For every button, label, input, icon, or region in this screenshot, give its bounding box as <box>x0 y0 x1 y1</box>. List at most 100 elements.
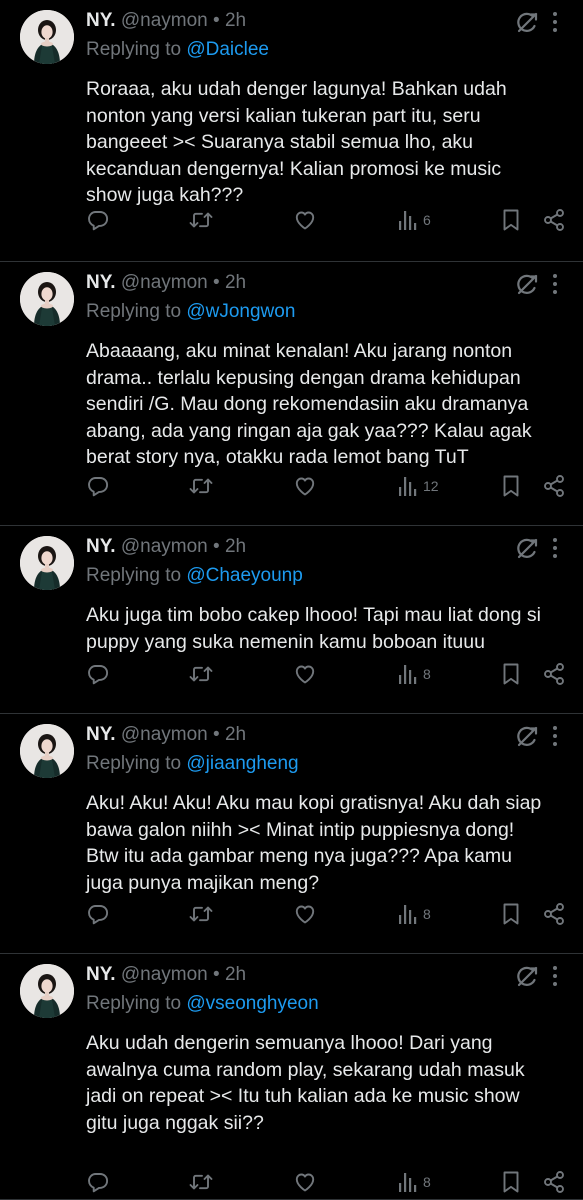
retweet-button[interactable] <box>188 471 214 501</box>
avatar[interactable] <box>20 964 74 1018</box>
retweet-icon <box>188 662 214 686</box>
tweet[interactable]: NY. @naymon • 2h Replying to @vseonghyeon… <box>0 954 583 1200</box>
action-bar: 8 <box>0 659 583 689</box>
timestamp[interactable]: 2h <box>225 724 246 745</box>
share-icon <box>542 208 566 232</box>
grok-icon[interactable] <box>514 536 540 562</box>
tweet-text-line: puppy yang suka nemenin kamu boboan ituu… <box>86 630 485 653</box>
views-button[interactable]: 8 <box>398 659 431 689</box>
tweet-header: NY. @naymon • 2h <box>86 723 246 747</box>
reply-button[interactable] <box>86 659 110 689</box>
bookmark-button[interactable] <box>501 899 521 929</box>
user-handle[interactable]: @naymon <box>121 724 208 745</box>
grok-icon[interactable] <box>514 724 540 750</box>
tweet-text-line: awalnya cuma random play, sekarang udah … <box>86 1058 525 1081</box>
reply-feed: NY. @naymon • 2h Replying to @Daiclee Rora… <box>0 0 583 1200</box>
timestamp[interactable]: 2h <box>225 272 246 293</box>
display-name[interactable]: NY. <box>86 272 116 293</box>
like-button[interactable] <box>293 1167 317 1197</box>
tweet-text-line: nonton yang versi kalian tukeran part it… <box>86 104 481 127</box>
reply-button[interactable] <box>86 471 110 501</box>
mention-link[interactable]: @jiaangheng <box>186 753 298 774</box>
replying-to: Replying to @Chaeyounp <box>86 564 303 588</box>
avatar[interactable] <box>20 724 74 778</box>
grok-icon[interactable] <box>514 964 540 990</box>
like-button[interactable] <box>293 205 317 235</box>
retweet-icon <box>188 208 214 232</box>
mention-link[interactable]: @wJongwon <box>186 301 295 322</box>
retweet-button[interactable] <box>188 1167 214 1197</box>
more-vertical-icon[interactable] <box>548 962 562 990</box>
action-bar: 12 <box>0 471 583 501</box>
more-vertical-icon[interactable] <box>548 8 562 36</box>
bookmark-button[interactable] <box>501 1167 521 1197</box>
timestamp[interactable]: 2h <box>225 964 246 985</box>
reply-button[interactable] <box>86 1167 110 1197</box>
timestamp[interactable]: 2h <box>225 10 246 31</box>
user-handle[interactable]: @naymon <box>121 272 208 293</box>
display-name[interactable]: NY. <box>86 964 116 985</box>
share-icon <box>542 1170 566 1194</box>
bookmark-button[interactable] <box>501 659 521 689</box>
display-name[interactable]: NY. <box>86 536 116 557</box>
bookmark-button[interactable] <box>501 205 521 235</box>
share-button[interactable] <box>542 205 566 235</box>
retweet-button[interactable] <box>188 205 214 235</box>
share-button[interactable] <box>542 659 566 689</box>
display-name[interactable]: NY. <box>86 724 116 745</box>
retweet-button[interactable] <box>188 899 214 929</box>
tweet[interactable]: NY. @naymon • 2h Replying to @Daiclee Rora… <box>0 0 583 262</box>
bookmark-button[interactable] <box>501 471 521 501</box>
share-button[interactable] <box>542 471 566 501</box>
more-vertical-icon[interactable] <box>548 270 562 298</box>
avatar[interactable] <box>20 536 74 590</box>
tweet-text-line: bangeeet >< Suaranya stabil semua lho, a… <box>86 131 474 154</box>
timestamp[interactable]: 2h <box>225 536 246 557</box>
mention-link[interactable]: @Chaeyounp <box>186 565 302 586</box>
views-count: 8 <box>423 1174 431 1190</box>
mention-link[interactable]: @vseonghyeon <box>186 993 318 1014</box>
action-bar: 8 <box>0 899 583 929</box>
retweet-icon <box>188 1170 214 1194</box>
tweet-text-line: berat story nya, otakku rada lemot bang … <box>86 446 469 469</box>
views-count: 8 <box>423 666 431 682</box>
share-button[interactable] <box>542 899 566 929</box>
views-button[interactable]: 8 <box>398 899 431 929</box>
views-button[interactable]: 6 <box>398 205 431 235</box>
tweet-text-line: sendiri /G. Mau dong rekomendasiin aku d… <box>86 393 529 416</box>
tweet-text-line: abang, ada yang ringan aja gak yaa??? Ka… <box>86 419 532 442</box>
avatar[interactable] <box>20 272 74 326</box>
tweet[interactable]: NY. @naymon • 2h Replying to @jiaangheng A… <box>0 714 583 954</box>
tweet[interactable]: NY. @naymon • 2h Replying to @wJongwon Aba… <box>0 262 583 526</box>
user-handle[interactable]: @naymon <box>121 10 208 31</box>
heart-icon <box>293 208 317 232</box>
more-vertical-icon[interactable] <box>548 534 562 562</box>
like-button[interactable] <box>293 659 317 689</box>
like-button[interactable] <box>293 471 317 501</box>
user-handle[interactable]: @naymon <box>121 536 208 557</box>
tweet-text: Abaaaang, aku minat kenalan! Aku jarang … <box>86 338 561 471</box>
user-handle[interactable]: @naymon <box>121 964 208 985</box>
tweet[interactable]: NY. @naymon • 2h Replying to @Chaeyounp Ak… <box>0 526 583 714</box>
like-button[interactable] <box>293 899 317 929</box>
tweet-text-line: juga punya majikan meng? <box>86 871 320 894</box>
mention-link[interactable]: @Daiclee <box>186 39 269 60</box>
retweet-icon <box>188 902 214 926</box>
reply-bubble-icon <box>86 902 110 926</box>
more-vertical-icon[interactable] <box>548 722 562 750</box>
reply-bubble-icon <box>86 1170 110 1194</box>
grok-icon[interactable] <box>514 10 540 36</box>
separator-dot: • <box>207 536 225 557</box>
avatar[interactable] <box>20 10 74 64</box>
views-button[interactable]: 8 <box>398 1167 431 1197</box>
tweet-text-line: bawa galon niihh >< Minat intip puppiesn… <box>86 818 515 841</box>
retweet-button[interactable] <box>188 659 214 689</box>
tweet-text: Aku juga tim bobo cakep lhooo! Tapi mau … <box>86 602 561 655</box>
share-button[interactable] <box>542 1167 566 1197</box>
display-name[interactable]: NY. <box>86 10 116 31</box>
views-button[interactable]: 12 <box>398 471 439 501</box>
grok-icon[interactable] <box>514 272 540 298</box>
reply-button[interactable] <box>86 899 110 929</box>
views-bars-icon <box>398 475 418 497</box>
reply-button[interactable] <box>86 205 110 235</box>
